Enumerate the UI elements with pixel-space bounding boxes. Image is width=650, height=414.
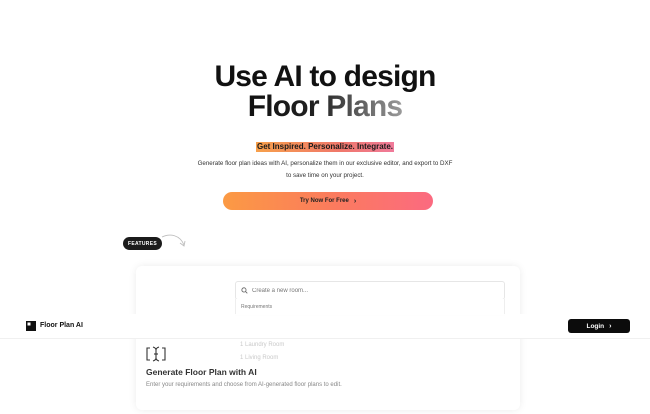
search-icon bbox=[241, 287, 248, 294]
logo-icon bbox=[26, 321, 36, 331]
login-label: Login bbox=[586, 322, 605, 330]
hero-title-line1: Use AI to design bbox=[214, 60, 436, 93]
faded-list-item: 1 Laundry Room bbox=[240, 342, 285, 348]
requirements-label: Requirements bbox=[241, 304, 273, 310]
hero-title-line2: Floor Plans bbox=[247, 90, 403, 123]
brand-name[interactable]: Floor Plan AI bbox=[40, 322, 83, 329]
features-badge: FEATURES bbox=[123, 237, 162, 250]
hero-tagline: Get Inspired. Personalize. Integrate. bbox=[255, 142, 395, 152]
room-search-input[interactable] bbox=[252, 287, 472, 294]
feature-title: Generate Floor Plan with AI bbox=[146, 367, 257, 377]
hero-description: Generate floor plan ideas with AI, perso… bbox=[197, 160, 453, 179]
curved-arrow-icon bbox=[161, 234, 186, 247]
chevron-right-icon: › bbox=[609, 322, 612, 330]
navbar: Floor Plan AI Login › bbox=[0, 314, 650, 339]
faded-list-item: 1 Living Room bbox=[240, 355, 279, 361]
room-search-box[interactable] bbox=[235, 281, 505, 300]
try-now-label: Try Now For Free bbox=[299, 198, 349, 204]
try-now-button[interactable]: Try Now For Free › bbox=[223, 192, 433, 210]
login-button[interactable]: Login › bbox=[568, 319, 630, 333]
tagline-wrap: Get Inspired. Personalize. Integrate. bbox=[0, 136, 650, 154]
feature-description: Enter your requirements and choose from … bbox=[146, 382, 342, 388]
chevron-right-icon: › bbox=[353, 197, 357, 205]
hero-title: Use AI to design Floor Plans bbox=[0, 62, 650, 122]
text-cursor-icon bbox=[146, 346, 166, 362]
